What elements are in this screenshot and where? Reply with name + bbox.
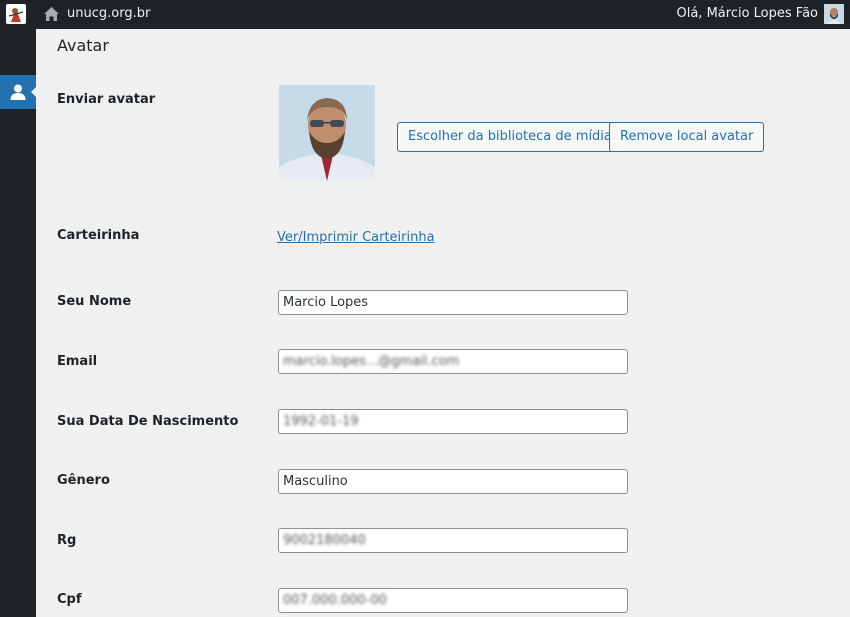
home-icon[interactable] <box>43 6 60 22</box>
sidebar-item-users[interactable] <box>0 75 36 109</box>
name-field[interactable]: Marcio Lopes <box>278 290 628 315</box>
cpf-label: Cpf <box>57 592 82 607</box>
site-logo-icon[interactable] <box>6 4 26 24</box>
rg-field[interactable]: 9002180040 <box>278 528 628 553</box>
rg-value: 9002180040 <box>283 533 366 548</box>
email-field[interactable]: marcio.lopes...@gmail.com <box>278 349 628 374</box>
birth-date-label: Sua Data De Nascimento <box>57 414 239 429</box>
active-indicator-arrow <box>31 87 36 97</box>
print-card-link[interactable]: Ver/Imprimir Carteirinha <box>277 230 435 245</box>
user-avatar-icon[interactable] <box>824 4 844 24</box>
section-title: Avatar <box>57 36 109 55</box>
admin-sidebar <box>0 29 36 617</box>
remove-local-avatar-button[interactable]: Remove local avatar <box>609 122 765 152</box>
gender-field[interactable]: Masculino <box>278 469 628 494</box>
admin-bar: unucg.org.br Olá, Márcio Lopes Fão <box>0 0 850 29</box>
card-label: Carteirinha <box>57 228 140 243</box>
choose-from-media-library-button[interactable]: Escolher da biblioteca de mídia <box>397 122 623 152</box>
birth-date-field[interactable]: 1992-01-19 <box>278 409 628 434</box>
email-value: marcio.lopes...@gmail.com <box>283 354 460 369</box>
cpf-field[interactable]: 007.000.000-00 <box>278 588 628 613</box>
users-icon <box>10 84 26 100</box>
name-label: Seu Nome <box>57 294 132 309</box>
gender-label: Gênero <box>57 473 110 488</box>
avatar-image <box>279 85 375 181</box>
cpf-value: 007.000.000-00 <box>283 593 387 608</box>
birth-date-value: 1992-01-19 <box>283 414 359 429</box>
rg-label: Rg <box>57 533 77 548</box>
site-name-link[interactable]: unucg.org.br <box>67 6 150 22</box>
email-label: Email <box>57 354 98 369</box>
user-greeting[interactable]: Olá, Márcio Lopes Fão <box>677 6 819 22</box>
avatar-label: Enviar avatar <box>57 92 156 107</box>
